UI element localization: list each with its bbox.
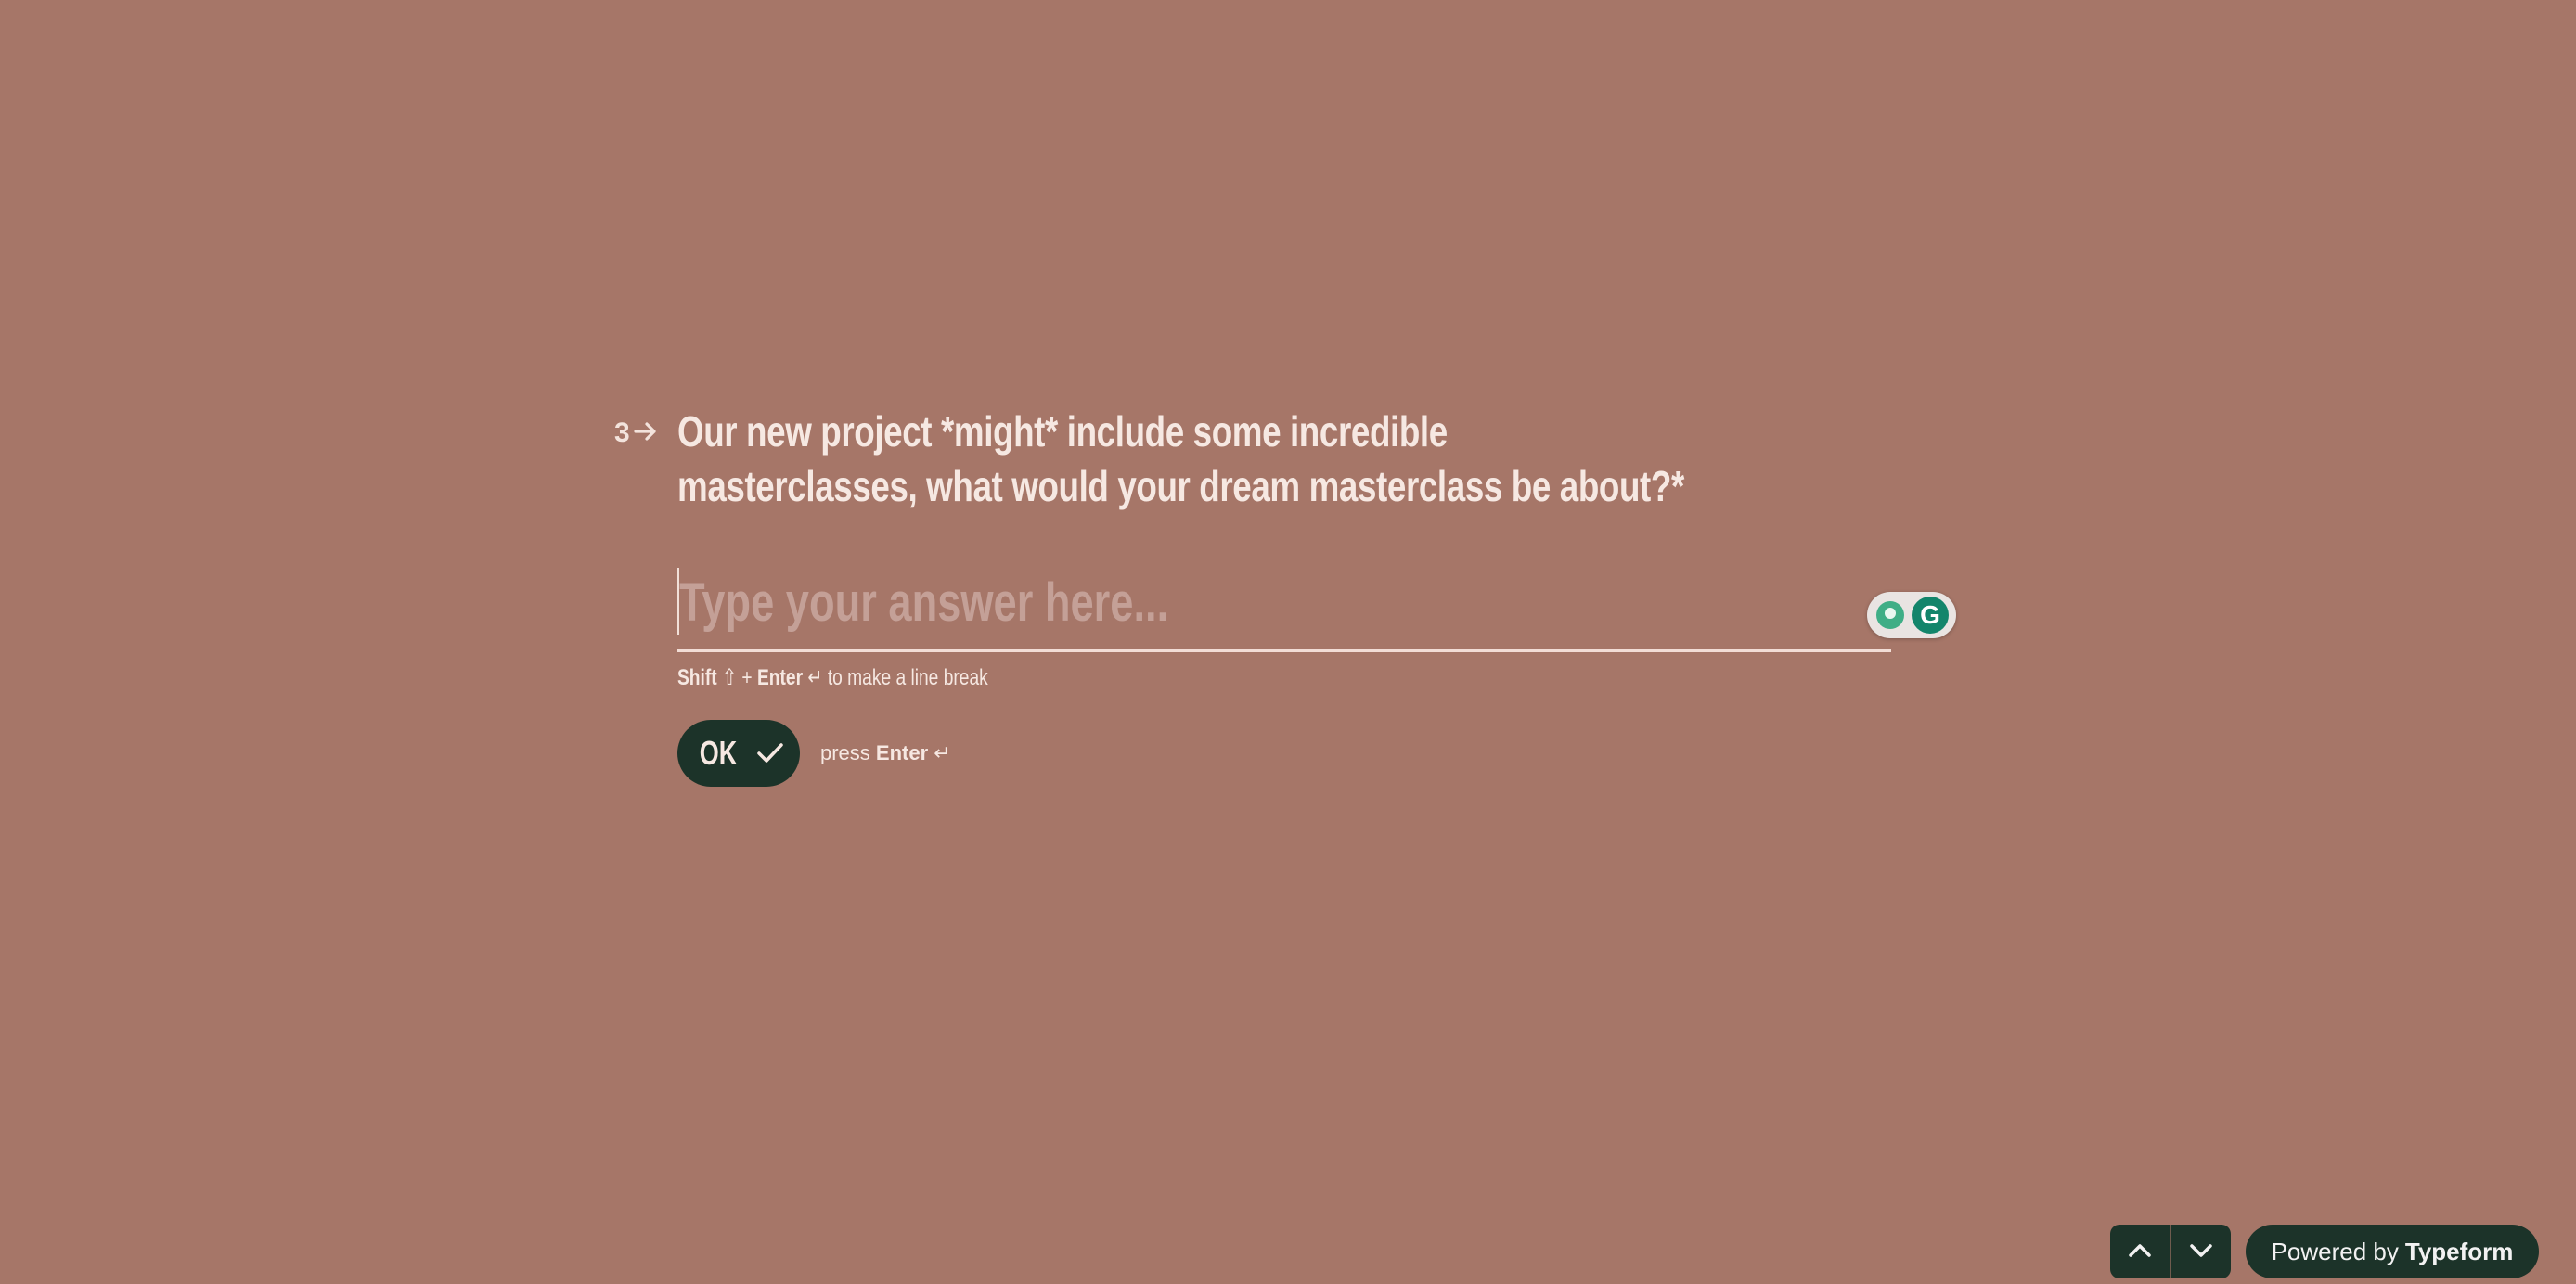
grammarly-widget[interactable]: G <box>1867 592 1956 638</box>
ok-button[interactable]: OK <box>677 720 800 787</box>
hint-plus: + <box>741 665 753 690</box>
press-enter-label: Enter <box>875 741 929 764</box>
check-icon <box>756 741 784 766</box>
hint-rest: to make a line break <box>827 665 988 690</box>
grammarly-icon[interactable]: G <box>1912 597 1949 634</box>
press-label: press <box>820 741 870 764</box>
arrow-right-icon <box>634 419 658 447</box>
previous-question-button[interactable] <box>2110 1225 2170 1278</box>
answer-field[interactable]: Type your answer here... <box>677 562 1891 652</box>
powered-brand: Typeform <box>2404 1237 2514 1265</box>
ok-row: OK press Enter ↵ <box>677 720 951 787</box>
press-enter-hint: press Enter ↵ <box>820 741 951 765</box>
hint-enter: Enter <box>756 665 804 690</box>
line-break-hint: Shift ⇧ + Enter ↵ to make a line break <box>677 664 988 692</box>
chevron-up-icon <box>2128 1242 2152 1262</box>
lightbulb-icon[interactable] <box>1876 601 1904 629</box>
powered-prefix: Powered by <box>2271 1237 2399 1265</box>
enter-key-icon: ↵ <box>934 741 951 764</box>
answer-input[interactable] <box>677 568 1867 635</box>
question-title: Our new project *might* include some inc… <box>677 407 1684 510</box>
ok-button-label: OK <box>699 734 738 772</box>
next-question-button[interactable] <box>2171 1225 2231 1278</box>
question-navigation <box>2110 1225 2231 1278</box>
question-number: 3 <box>614 417 658 449</box>
hint-shift: Shift <box>677 665 717 690</box>
nav-divider <box>2170 1225 2171 1278</box>
powered-by-typeform-link[interactable]: Powered by Typeform <box>2246 1225 2539 1278</box>
chevron-down-icon <box>2189 1242 2213 1262</box>
shift-key-icon: ⇧ <box>722 665 738 690</box>
question-number-label: 3 <box>614 417 630 448</box>
enter-key-icon: ↵ <box>807 665 823 690</box>
